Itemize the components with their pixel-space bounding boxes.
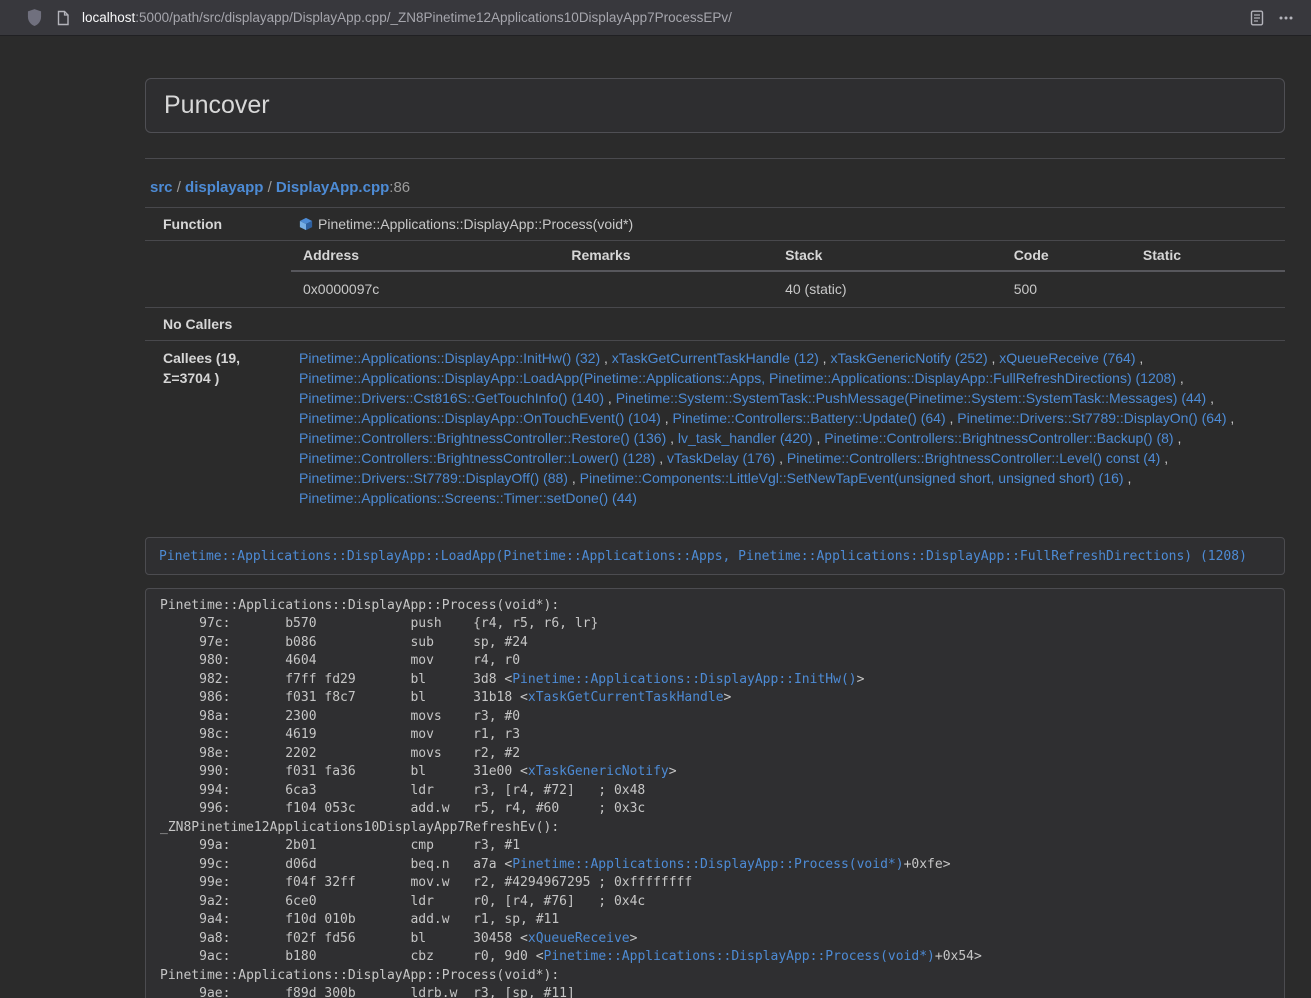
url-bar[interactable]: localhost:5000/path/src/displayapp/Displ… xyxy=(82,10,1243,25)
function-name: Pinetime::Applications::DisplayApp::Proc… xyxy=(318,214,633,234)
static-value xyxy=(1131,271,1285,307)
divider xyxy=(145,158,1285,159)
callee-link[interactable]: Pinetime::Controllers::BrightnessControl… xyxy=(299,430,666,446)
browser-chrome: localhost:5000/path/src/displayapp/Displ… xyxy=(0,0,1311,36)
col-stack: Stack xyxy=(773,241,1002,271)
url-host: localhost xyxy=(82,10,135,25)
callee-link[interactable]: Pinetime::Drivers::St7789::DisplayOff() … xyxy=(299,470,568,486)
callee-link[interactable]: Pinetime::Applications::DisplayApp::Load… xyxy=(299,370,1176,386)
reader-view-icon[interactable] xyxy=(1243,8,1271,28)
callee-link[interactable]: lv_task_handler (420) xyxy=(678,430,813,446)
breadcrumb: src / displayapp / DisplayApp.cpp:86 xyxy=(145,179,1285,197)
address-value: 0x0000097c xyxy=(291,271,559,307)
reader-view-icon-glyph xyxy=(1250,10,1264,26)
breadcrumb-line-number: :86 xyxy=(389,179,410,196)
callee-link[interactable]: xTaskGenericNotify (252) xyxy=(830,350,987,366)
callees-row: Callees (19, Σ=3704 ) Pinetime::Applicat… xyxy=(145,340,1285,515)
metrics-value-row: 0x0000097c 40 (static) 500 xyxy=(291,271,1285,307)
function-table: Function Pinetime::Applications::Display… xyxy=(145,207,1285,515)
function-row-label: Function xyxy=(145,207,291,240)
url-path: :5000/path/src/displayapp/DisplayApp.cpp… xyxy=(135,10,732,25)
asm-symbol-link[interactable]: Pinetime::Applications::DisplayApp::Init… xyxy=(512,672,856,687)
shield-icon[interactable] xyxy=(20,7,49,28)
no-callers-label: No Callers xyxy=(145,307,291,340)
col-code: Code xyxy=(1002,241,1131,271)
metrics-header-row: Address Remarks Stack Code Static xyxy=(291,241,1285,271)
more-menu-icon[interactable] xyxy=(1271,8,1301,28)
callee-link[interactable]: Pinetime::System::SystemTask::PushMessag… xyxy=(616,390,1207,406)
metrics-row: Address Remarks Stack Code Static 0x0000… xyxy=(145,240,1285,307)
callee-link[interactable]: vTaskDelay (176) xyxy=(667,450,775,466)
breadcrumb-separator: / xyxy=(173,179,186,196)
callee-link[interactable]: Pinetime::Drivers::St7789::DisplayOn() (… xyxy=(957,410,1226,426)
col-address: Address xyxy=(291,241,559,271)
callee-link[interactable]: Pinetime::Drivers::Cst816S::GetTouchInfo… xyxy=(299,390,604,406)
breadcrumb-link[interactable]: displayapp xyxy=(185,179,263,196)
callee-link[interactable]: Pinetime::Applications::DisplayApp::OnTo… xyxy=(299,410,661,426)
code-value: 500 xyxy=(1002,271,1131,307)
asm-symbol-link[interactable]: xTaskGenericNotify xyxy=(528,764,669,779)
callees-list: Pinetime::Applications::DisplayApp::Init… xyxy=(291,340,1285,515)
stack-value: 40 (static) xyxy=(773,271,1002,307)
callees-label: Callees (19, Σ=3704 ) xyxy=(145,340,291,515)
callee-link[interactable]: Pinetime::Controllers::Battery::Update()… xyxy=(673,410,946,426)
callee-link[interactable]: Pinetime::Controllers::BrightnessControl… xyxy=(299,450,655,466)
metrics-table: Address Remarks Stack Code Static 0x0000… xyxy=(291,241,1285,307)
symbol-panel-heading: Pinetime::Applications::DisplayApp::Load… xyxy=(145,537,1285,575)
breadcrumb-link[interactable]: src xyxy=(150,179,173,196)
asm-symbol-link[interactable]: Pinetime::Applications::DisplayApp::Proc… xyxy=(544,949,935,964)
disassembly-block: Pinetime::Applications::DisplayApp::Proc… xyxy=(145,588,1285,998)
method-icon xyxy=(299,217,313,231)
callee-link[interactable]: Pinetime::Controllers::BrightnessControl… xyxy=(787,450,1160,466)
col-static: Static xyxy=(1131,241,1285,271)
asm-symbol-link[interactable]: xTaskGetCurrentTaskHandle xyxy=(528,690,724,705)
callee-link[interactable]: Pinetime::Controllers::BrightnessControl… xyxy=(824,430,1173,446)
callee-link[interactable]: xQueueReceive (764) xyxy=(999,350,1135,366)
shield-icon-glyph xyxy=(27,9,42,26)
callee-link[interactable]: Pinetime::Applications::Screens::Timer::… xyxy=(299,490,637,506)
page-icon-glyph xyxy=(56,10,70,26)
callee-link[interactable]: Pinetime::Applications::DisplayApp::Init… xyxy=(299,350,600,366)
page-content: Puncover src / displayapp / DisplayApp.c… xyxy=(0,36,1311,998)
symbol-link[interactable]: Pinetime::Applications::DisplayApp::Load… xyxy=(159,549,1247,564)
col-remarks: Remarks xyxy=(559,241,773,271)
callee-link[interactable]: Pinetime::Components::LittleVgl::SetNewT… xyxy=(580,470,1124,486)
page-title-box: Puncover xyxy=(145,78,1285,133)
asm-symbol-link[interactable]: Pinetime::Applications::DisplayApp::Proc… xyxy=(512,857,903,872)
page-icon[interactable] xyxy=(49,8,77,28)
no-callers-row: No Callers xyxy=(145,307,1285,340)
asm-symbol-link[interactable]: xQueueReceive xyxy=(528,931,630,946)
page-title: Puncover xyxy=(164,91,1266,120)
remarks-value xyxy=(559,271,773,307)
breadcrumb-link[interactable]: DisplayApp.cpp xyxy=(276,179,389,196)
callee-link[interactable]: xTaskGetCurrentTaskHandle (12) xyxy=(612,350,819,366)
more-menu-icon-glyph xyxy=(1278,10,1294,26)
function-row: Function Pinetime::Applications::Display… xyxy=(145,207,1285,240)
breadcrumb-separator: / xyxy=(263,179,276,196)
